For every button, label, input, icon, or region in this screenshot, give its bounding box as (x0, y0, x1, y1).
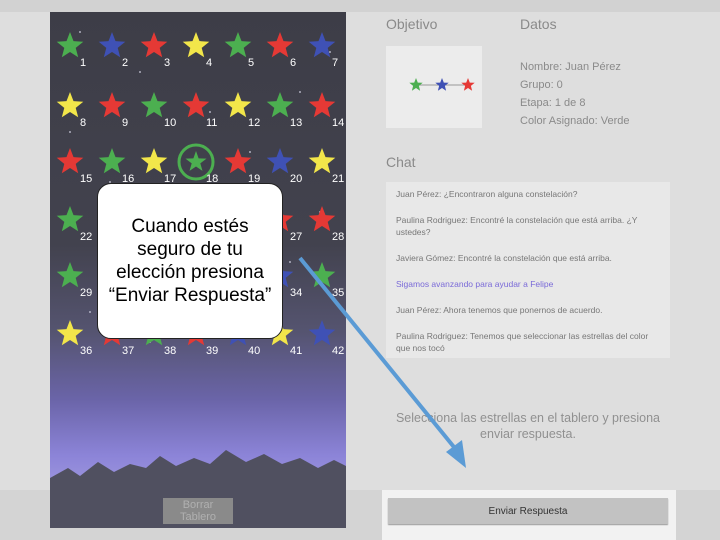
callout-text: Cuando estés seguro de tu elección presi… (108, 216, 272, 306)
tutorial-callout: Cuando estés seguro de tu elección presi… (97, 183, 283, 339)
